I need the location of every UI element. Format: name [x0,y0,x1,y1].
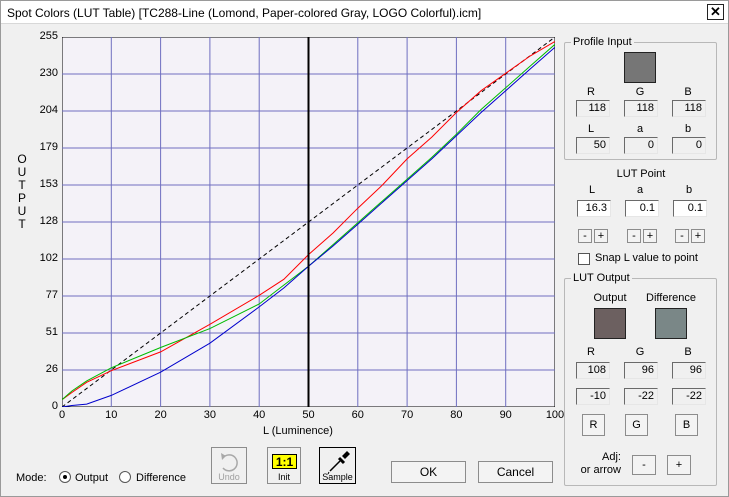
init-button[interactable]: 1:1 Init [267,447,301,484]
pi-r-field: 118 [576,100,610,117]
lp-l-label: L [588,184,596,196]
lut-output-title: LUT Output [571,272,632,284]
lp-l-minus-button[interactable]: - [578,229,592,243]
radio-selected-dot [63,475,67,479]
output-swatch-label: Output [593,292,627,304]
lo-b-label: B [684,346,692,358]
ok-button[interactable]: OK [391,461,466,483]
sample-label: Sample [322,472,353,482]
y-tick-label: 128 [39,215,58,227]
pi-a-label: a [636,123,644,135]
one-to-one-icon: 1:1 [272,454,297,469]
lp-b-field[interactable]: 0.1 [673,200,707,217]
pi-g-label: G [635,86,645,98]
lp-l-plus-button[interactable]: + [594,229,608,243]
lp-a-label: a [636,184,644,196]
x-tick-label: 40 [253,409,266,421]
x-tick-label: 60 [351,409,364,421]
lp-b-label: b [685,184,693,196]
pi-a-field: 0 [624,137,658,154]
pi-r-label: R [587,86,595,98]
y-axis-title: OUTPUT [15,153,29,231]
lp-a-plus-button[interactable]: + [643,229,657,243]
lo-g-button[interactable]: G [625,414,648,436]
x-tick-label: 0 [58,409,66,421]
mode-difference-label[interactable]: Difference [136,472,186,484]
pi-bb-label: b [684,123,692,135]
mode-label: Mode: [16,472,47,484]
lut-point-title: LUT Point [616,168,666,180]
adj-plus-button[interactable]: + [667,455,691,475]
x-tick-label: 90 [499,409,512,421]
lut-output-swatch [594,308,626,339]
lo-r-button[interactable]: R [582,414,605,436]
lp-a-field[interactable]: 0.1 [625,200,659,217]
lo-r-diff-field: -10 [576,388,610,405]
snap-l-label: Snap L value to point [595,252,698,264]
y-tick-label: 26 [45,363,58,375]
lo-b-field: 96 [672,362,706,379]
y-tick-label: 255 [39,30,58,42]
lo-b-button[interactable]: B [675,414,698,436]
pi-b-label: B [684,86,692,98]
lp-b-plus-button[interactable]: + [691,229,705,243]
lut-difference-swatch [655,308,687,339]
pi-l-field: 50 [576,137,610,154]
init-label: Init [277,472,290,482]
y-tick-label: 153 [39,178,58,190]
lo-b-diff-field: -22 [672,388,706,405]
y-tick-label: 102 [39,252,58,264]
y-tick-label: 77 [45,289,58,301]
lo-g-field: 96 [624,362,658,379]
spot-colors-window: Spot Colors (LUT Table) [TC288-Line (Lom… [0,0,729,497]
mode-output-radio[interactable] [59,471,71,483]
undo-button[interactable]: Undo [211,447,247,484]
window-title: Spot Colors (LUT Table) [TC288-Line (Lom… [7,6,482,20]
pi-b-field: 118 [672,100,706,117]
lp-l-field[interactable]: 16.3 [577,200,611,217]
x-tick-label: 50 [302,409,315,421]
lo-g-diff-field: -22 [624,388,658,405]
lo-r-field: 108 [576,362,610,379]
profile-input-title: Profile Input [571,36,634,48]
profile-input-swatch [624,52,656,83]
x-tick-label: 70 [400,409,414,421]
close-button[interactable]: ✕ [707,4,724,20]
pi-g-field: 118 [624,100,658,117]
lp-a-minus-button[interactable]: - [627,229,641,243]
pi-bb-field: 0 [672,137,706,154]
x-tick-label: 20 [154,409,167,421]
y-tick-label: 179 [39,141,58,153]
sample-button[interactable]: Sample [319,447,356,484]
adj-label: Adj: [602,451,621,463]
y-tick-label: 51 [45,326,58,338]
x-tick-label: 80 [450,409,463,421]
y-tick-label: 230 [39,67,58,79]
lo-r-label: R [587,346,595,358]
y-axis-title-letter: T [18,217,26,231]
difference-swatch-label: Difference [646,292,696,304]
lo-g-label: G [635,346,645,358]
lp-b-minus-button[interactable]: - [675,229,689,243]
x-axis-title: L (Luminence) [263,425,333,437]
adj-arrow-label: or arrow [580,464,621,476]
undo-label: Undo [218,472,240,482]
title-bar: Spot Colors (LUT Table) [TC288-Line (Lom… [1,1,728,24]
adj-minus-button[interactable]: - [632,455,656,475]
cancel-button[interactable]: Cancel [478,461,553,483]
mode-difference-radio[interactable] [119,471,131,483]
x-tick-label: 30 [203,409,217,421]
snap-l-checkbox[interactable] [578,253,590,265]
pi-l-label: L [587,123,595,135]
x-tick-label: 10 [105,409,118,421]
lut-curve-chart[interactable] [62,37,555,407]
mode-output-label[interactable]: Output [75,472,108,484]
y-tick-label: 204 [39,104,58,116]
